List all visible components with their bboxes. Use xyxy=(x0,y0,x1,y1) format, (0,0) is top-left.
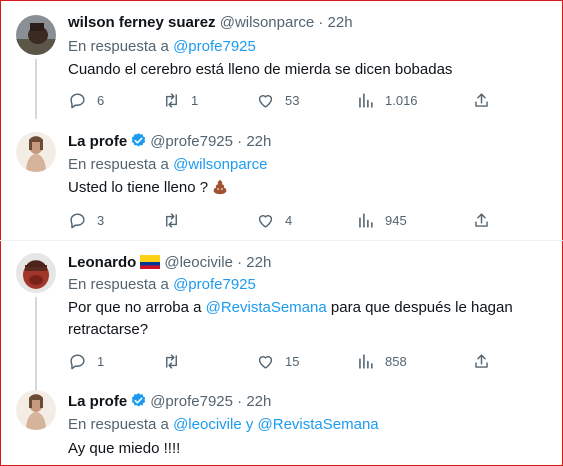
reply-context: En respuesta a @wilsonparce xyxy=(68,155,268,175)
mention-link[interactable]: @RevistaSemana xyxy=(258,416,379,433)
retweet-count: 1 xyxy=(191,92,199,108)
tweet-text-content: Cuando el cerebro está lleno de mierda s… xyxy=(68,61,453,78)
heart-icon xyxy=(258,355,273,369)
tweet-text: Cuando el cerebro está lleno de mierda s… xyxy=(68,59,538,81)
separator-dot: · xyxy=(237,133,243,150)
tweet-header: La profe @profe7925 · 22h xyxy=(68,132,271,152)
avatar[interactable] xyxy=(16,15,56,55)
thread-line xyxy=(35,59,37,119)
reply-count: 3 xyxy=(97,212,105,228)
reply-count: 1 xyxy=(97,353,105,369)
reply-context: En respuesta a @profe7925 xyxy=(68,275,256,295)
pile-of-poo-emoji-icon xyxy=(213,179,227,195)
analytics-icon xyxy=(359,92,373,108)
colombia-flag-icon xyxy=(140,255,161,269)
user-handle[interactable]: @profe7925 xyxy=(150,393,233,410)
separator-dot: · xyxy=(237,393,243,410)
reply-context: En respuesta a @profe7925 xyxy=(68,37,256,57)
views-button[interactable]: 945 xyxy=(356,210,407,230)
tweet-text-part: retractarse? xyxy=(68,321,149,338)
mention-link[interactable]: @profe7925 xyxy=(173,276,256,293)
like-button[interactable]: 15 xyxy=(256,351,299,371)
share-icon xyxy=(475,212,488,227)
tweet-divider xyxy=(0,240,563,241)
analytics-icon xyxy=(359,212,373,228)
user-handle[interactable]: @profe7925 xyxy=(150,133,233,150)
reply-icon xyxy=(70,212,85,228)
views-count: 1.016 xyxy=(385,92,418,108)
retweet-button[interactable] xyxy=(162,351,181,371)
timestamp[interactable]: 22h xyxy=(328,14,353,31)
share-icon xyxy=(475,92,488,107)
reply-icon xyxy=(70,92,85,108)
reply-button[interactable]: 6 xyxy=(68,90,104,110)
separator-dot: · xyxy=(237,254,243,271)
like-count: 53 xyxy=(285,92,300,108)
timestamp[interactable]: 22h xyxy=(246,133,271,150)
user-handle[interactable]: @leocivile xyxy=(164,254,233,271)
timestamp[interactable]: 22h xyxy=(246,393,271,410)
tweet-text: Ay que miedo !!!! xyxy=(68,438,538,460)
reply-prefix: En respuesta a xyxy=(68,156,169,173)
retweet-button[interactable]: 1 xyxy=(162,90,198,110)
reply-count: 6 xyxy=(97,92,105,108)
analytics-icon xyxy=(359,353,373,369)
share-button[interactable] xyxy=(472,90,491,110)
share-button[interactable] xyxy=(472,210,491,230)
thread-line xyxy=(35,297,37,392)
tweet-text: Por que no arroba a @RevistaSemana para … xyxy=(68,297,538,341)
share-button[interactable] xyxy=(472,351,491,371)
display-name[interactable]: La profe xyxy=(68,393,127,410)
retweet-icon xyxy=(166,212,177,228)
mention-link[interactable]: @wilsonparce xyxy=(173,156,267,173)
tweet-actions: 6 1 53 1.016 xyxy=(68,90,548,110)
reply-icon xyxy=(70,353,85,369)
like-count: 15 xyxy=(285,353,300,369)
tweet-header: La profe @profe7925 · 22h xyxy=(68,392,271,412)
display-name[interactable]: wilson ferney suarez xyxy=(68,14,216,31)
like-button[interactable]: 53 xyxy=(256,90,299,110)
avatar[interactable] xyxy=(16,253,56,293)
verified-badge-icon xyxy=(131,133,146,147)
heart-icon xyxy=(258,94,273,108)
timestamp[interactable]: 22h xyxy=(246,254,271,271)
avatar[interactable] xyxy=(16,390,56,430)
tweet-text: Usted lo tiene lleno ? xyxy=(68,177,538,199)
tweet-header: Leonardo @leocivile · 22h xyxy=(68,253,271,273)
like-button[interactable]: 4 xyxy=(256,210,292,230)
mention-link[interactable]: @profe7925 xyxy=(173,38,256,55)
tweet-text-part: para que después le hagan xyxy=(326,299,513,316)
user-handle[interactable]: @wilsonparce xyxy=(220,14,314,31)
views-button[interactable]: 1.016 xyxy=(356,90,418,110)
tweet-actions: 1 15 858 xyxy=(68,351,548,371)
tweet-header: wilson ferney suarez @wilsonparce · 22h xyxy=(68,13,353,33)
reply-context: En respuesta a @leocivile y @RevistaSema… xyxy=(68,415,379,435)
tweet-actions: 3 4 945 xyxy=(68,210,548,230)
reply-prefix: En respuesta a xyxy=(68,276,169,293)
heart-icon xyxy=(258,214,273,228)
display-name[interactable]: Leonardo xyxy=(68,254,136,271)
reply-prefix: En respuesta a xyxy=(68,38,169,55)
retweet-icon xyxy=(166,353,177,369)
views-count: 858 xyxy=(385,353,407,369)
tweet-text-content: Ay que miedo !!!! xyxy=(68,440,181,457)
mention-link[interactable]: @leocivile xyxy=(173,416,242,433)
tweet-text-content: Usted lo tiene lleno ? xyxy=(68,179,209,196)
separator-dot: · xyxy=(318,14,324,31)
reply-joiner: y xyxy=(245,416,254,433)
views-button[interactable]: 858 xyxy=(356,351,407,371)
retweet-button[interactable] xyxy=(162,210,181,230)
display-name[interactable]: La profe xyxy=(68,133,127,150)
reply-button[interactable]: 1 xyxy=(68,351,104,371)
views-count: 945 xyxy=(385,212,407,228)
retweet-icon xyxy=(166,92,177,108)
share-icon xyxy=(475,353,488,368)
avatar[interactable] xyxy=(16,132,56,172)
like-count: 4 xyxy=(285,212,293,228)
reply-button[interactable]: 3 xyxy=(68,210,104,230)
reply-prefix: En respuesta a xyxy=(68,416,169,433)
verified-badge-icon xyxy=(131,393,146,407)
tweet-text-part: Por que no arroba a xyxy=(68,299,206,316)
mention-link[interactable]: @RevistaSemana xyxy=(206,299,327,316)
